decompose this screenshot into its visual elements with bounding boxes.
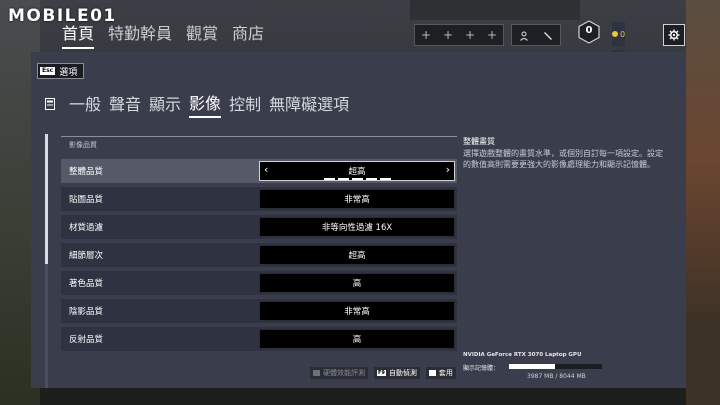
tab-item[interactable]: 一般: [69, 91, 101, 117]
setting-value: 非常高: [344, 195, 370, 205]
tab-item[interactable]: 顯示: [149, 91, 181, 117]
chevron-right-icon[interactable]: ›: [446, 163, 450, 176]
gear-icon: [668, 29, 680, 41]
action-button[interactable]: 硬體效能評測: [310, 367, 368, 379]
nav-item[interactable]: 商店: [232, 20, 264, 49]
level-pips: [324, 178, 391, 180]
vram-label: 顯示記憶體：: [463, 365, 500, 372]
settings-button[interactable]: [663, 24, 685, 46]
setting-row[interactable]: 著色品質 高: [61, 271, 457, 295]
section-divider: [61, 136, 457, 137]
tab-item[interactable]: 影像: [189, 90, 222, 118]
setting-row[interactable]: 材質過濾 非等向性過濾 16X: [61, 215, 457, 239]
setting-value: 高: [352, 335, 362, 345]
profile-box: [511, 24, 561, 46]
setting-value-selector[interactable]: 高: [259, 329, 455, 349]
options-panel: Esc 選項 一般 聲音 顯示 影像 控制 無障礙選項 影像品質 整體品質 超高 ‹ › 貼圖品質…: [31, 52, 686, 388]
vram-bar: [509, 364, 602, 369]
setting-value-selector[interactable]: 高: [259, 273, 455, 293]
setting-label: 材質過濾: [69, 223, 104, 233]
scrollbar-thumb[interactable]: [45, 134, 48, 264]
action-label: 自動偵測: [388, 369, 417, 377]
options-tabs: 一般 聲音 顯示 影像 控制 無障礙選項: [45, 90, 349, 118]
key-hint-icon: F9: [377, 370, 386, 376]
squad-slots: + + + +: [414, 24, 504, 46]
setting-label: 細節層次: [69, 251, 104, 261]
setting-value-selector[interactable]: 非常高: [259, 301, 455, 321]
setting-label: 著色品質: [69, 279, 104, 289]
key-hint-icon: [313, 370, 320, 376]
key-hint-icon: [428, 370, 436, 376]
setting-value-selector[interactable]: 超高 ‹ ›: [259, 161, 455, 181]
setting-value: 非常高: [344, 307, 370, 317]
action-label: 套用: [438, 369, 453, 377]
setting-label: 陰影品質: [69, 307, 104, 317]
gpu-name: NVIDIA GeForce RTX 3070 Laptop GPU: [463, 352, 582, 358]
setting-value-selector[interactable]: 非常高: [259, 189, 455, 209]
level-pip: [366, 178, 377, 180]
tab-item[interactable]: 聲音: [109, 91, 141, 117]
setting-row[interactable]: 整體品質 超高 ‹ ›: [61, 159, 457, 183]
level-value: 0: [585, 25, 593, 36]
credits-icon: [612, 31, 618, 37]
back-label: 選項: [59, 67, 78, 78]
setting-value: 超高: [348, 167, 366, 177]
level-pip: [380, 178, 391, 180]
level-badge[interactable]: 0: [578, 20, 600, 44]
nav-item[interactable]: 特勤幹員: [108, 20, 172, 49]
setting-value: 非等向性過濾 16X: [321, 223, 393, 233]
background-right: [686, 0, 720, 405]
bottom-actions: 硬體效能評測 F9 自動偵測 套用: [310, 367, 456, 379]
setting-label: 反射品質: [69, 335, 104, 345]
nav-item[interactable]: 首頁: [62, 20, 95, 49]
esc-key-hint: Esc: [40, 67, 56, 75]
top-nav: 首頁 特勤幹員 觀賞 商店: [62, 20, 264, 49]
setting-value: 超高: [348, 251, 366, 261]
nav-item[interactable]: 觀賞: [186, 20, 218, 49]
add-squad-slot-button[interactable]: +: [421, 29, 431, 41]
setting-label: 貼圖品質: [69, 195, 104, 205]
action-button[interactable]: 套用: [425, 367, 456, 379]
vram-bar-fill: [509, 364, 556, 369]
tab-item[interactable]: 無障礙選項: [269, 91, 349, 117]
level-pip: [338, 178, 349, 180]
setting-label: 整體品質: [69, 167, 104, 177]
tab-key-icon: [45, 98, 55, 110]
slash-icon[interactable]: [543, 26, 553, 45]
setting-value: 高: [352, 279, 362, 289]
add-squad-slot-button[interactable]: +: [465, 29, 475, 41]
level-pip: [352, 178, 363, 180]
add-squad-slot-button[interactable]: +: [443, 29, 453, 41]
setting-row[interactable]: 陰影品質 非常高: [61, 299, 457, 323]
level-pip: [324, 178, 335, 180]
setting-row[interactable]: 反射品質 高: [61, 327, 457, 351]
setting-value-selector[interactable]: 超高: [259, 245, 455, 265]
setting-value-selector[interactable]: 非等向性過濾 16X: [259, 217, 455, 237]
action-button[interactable]: F9 自動偵測: [374, 367, 420, 379]
setting-row[interactable]: 貼圖品質 非常高: [61, 187, 457, 211]
section-title: 影像品質: [69, 141, 97, 149]
setting-row[interactable]: 細節層次 超高: [61, 243, 457, 267]
back-button[interactable]: Esc 選項: [37, 63, 85, 79]
tab-item[interactable]: 控制: [229, 91, 261, 117]
person-icon[interactable]: [519, 26, 529, 45]
vram-usage: 3987 MB / 8044 MB: [527, 373, 586, 380]
action-label: 硬體效能評測: [323, 369, 365, 377]
description-title: 整體畫質: [463, 137, 495, 146]
background-structure: [410, 0, 580, 20]
chevron-left-icon[interactable]: ‹: [264, 163, 268, 176]
description-text: 選擇遊戲整體的畫質水準，或個別自訂每一項設定。設定的數值高則需要更強大的影像處理…: [463, 149, 663, 169]
settings-list: 整體品質 超高 ‹ › 貼圖品質 非常高 材質過濾 非等向性過濾 16X 細節層次 超高 著色品質高…: [61, 159, 457, 355]
credits-value: 0: [620, 29, 626, 39]
add-squad-slot-button[interactable]: +: [487, 29, 497, 41]
